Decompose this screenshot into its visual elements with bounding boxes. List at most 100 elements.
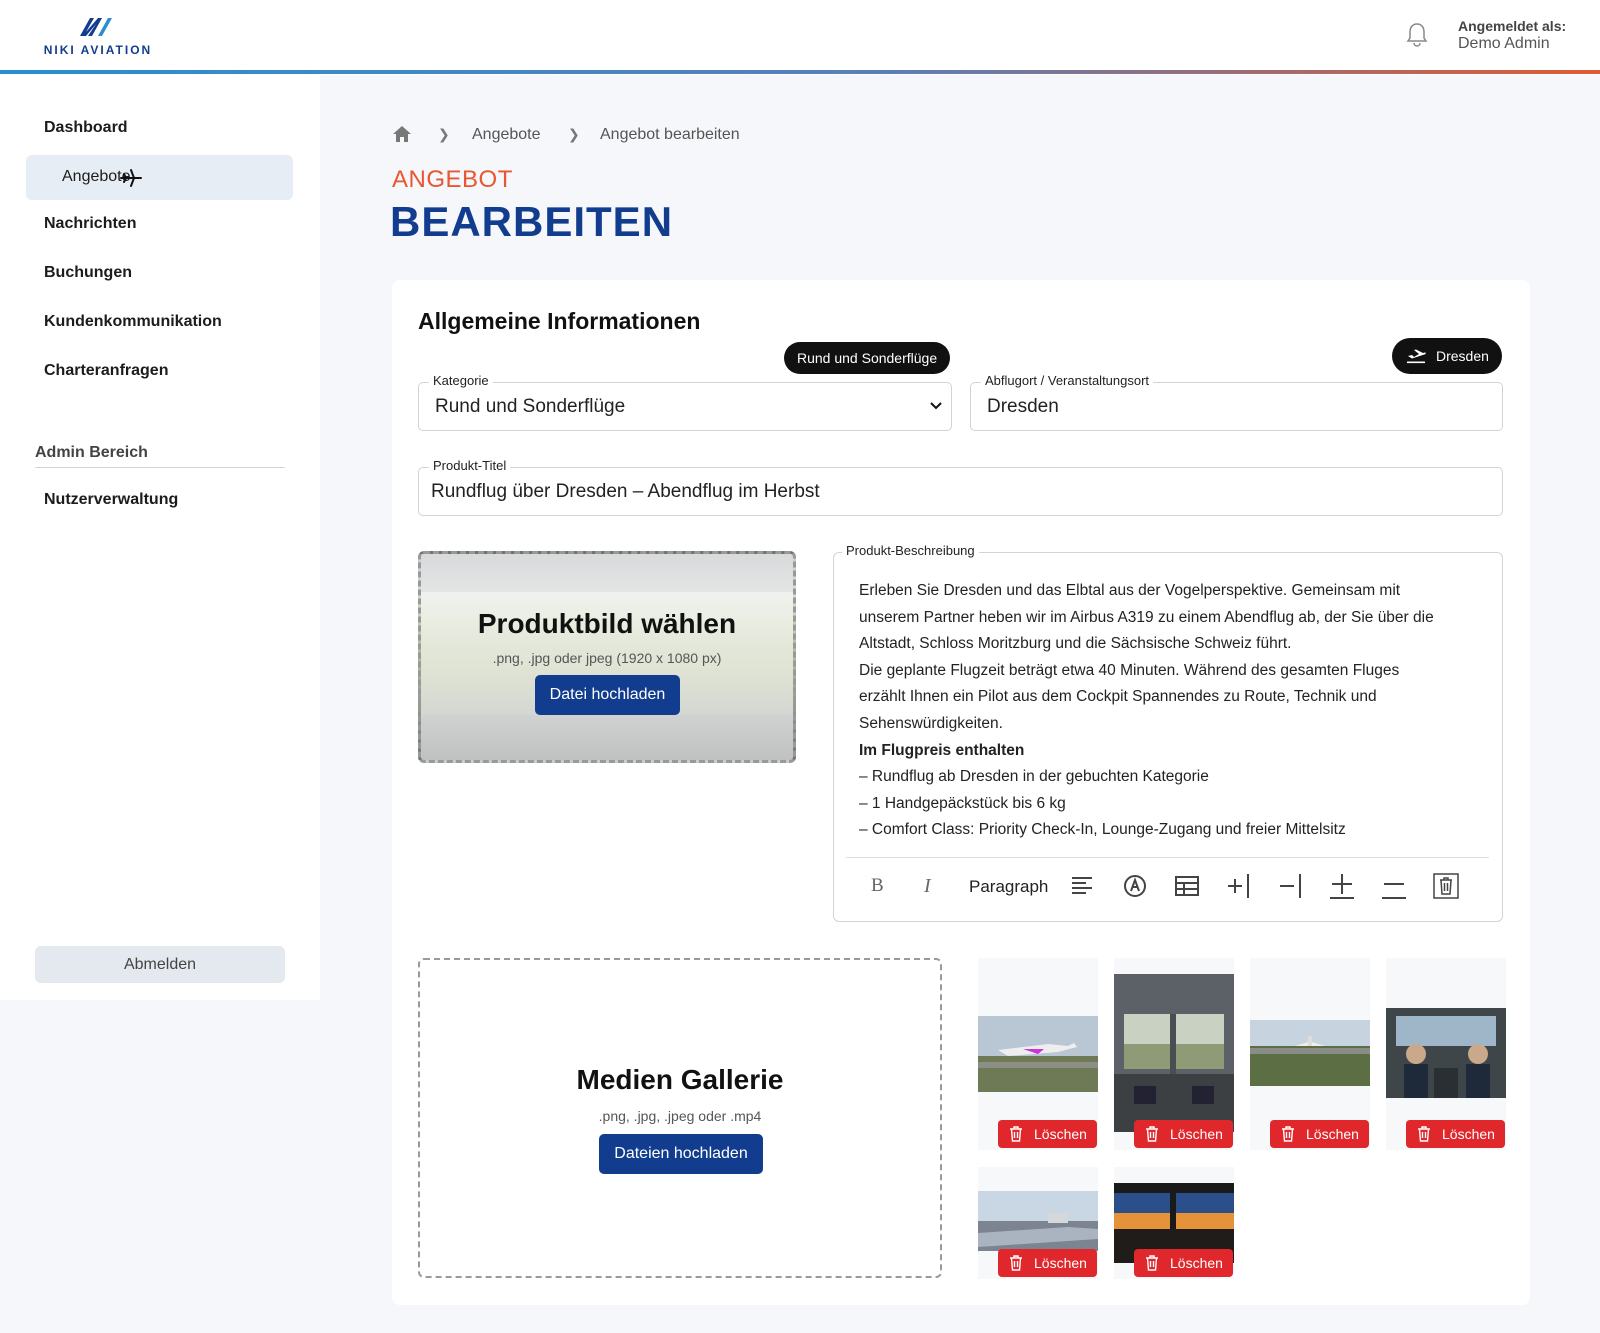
admin-divider <box>35 467 285 468</box>
thumb-cockpit-sunset: Löschen <box>1114 1167 1234 1279</box>
description-label: Produkt-Beschreibung <box>842 543 979 558</box>
description-line: – Comfort Class: Priority Check-In, Loun… <box>859 821 1346 839</box>
category-chip[interactable]: Rund und Sonderflüge <box>784 342 951 374</box>
breadcrumb-item-angebote[interactable]: Angebote <box>472 126 541 144</box>
plane-cursor-icon <box>120 169 142 187</box>
gallery-hint: .png, .jpg, .jpeg oder .mp4 <box>598 1108 762 1124</box>
airport-image <box>1250 1020 1370 1086</box>
delete-label: Löschen <box>1306 1126 1359 1142</box>
plane-departure-icon <box>1407 349 1426 364</box>
sidebar-item-dashboard[interactable]: Dashboard <box>44 119 128 137</box>
logo-mark-icon <box>80 18 112 36</box>
abflugort-label: Abflugort / Veranstaltungsort <box>981 373 1154 388</box>
description-line: Die geplante Flugzeit beträgt etwa 40 Mi… <box>859 661 1400 679</box>
kategorie-label: Kategorie <box>429 373 493 388</box>
delete-button[interactable]: Löschen <box>1134 1120 1233 1148</box>
trash-icon <box>1146 1126 1158 1142</box>
header-gradient-divider <box>0 70 1600 74</box>
delete-label: Löschen <box>1170 1126 1223 1142</box>
delete-button[interactable]: Löschen <box>1134 1249 1233 1277</box>
trash-icon <box>1282 1126 1294 1142</box>
top-header: NIKI AVIATION Angemeldet als: Demo Admin <box>0 0 1600 75</box>
thumb-pilots-cockpit: Löschen <box>1386 958 1506 1150</box>
delete-label: Löschen <box>1442 1126 1495 1142</box>
delete-button[interactable]: Löschen <box>998 1120 1097 1148</box>
gallery-title: Medien Gallerie <box>576 1064 784 1095</box>
product-image-title: Produktbild wählen <box>477 608 737 639</box>
delete-button[interactable]: Löschen <box>1406 1120 1505 1148</box>
remove-row-icon[interactable] <box>1380 871 1408 901</box>
user-info[interactable]: Angemeldet als: Demo Admin <box>1458 18 1566 53</box>
product-image-hint: .png, .jpg oder jpeg (1920 x 1080 px) <box>492 650 722 666</box>
media-gallery-dropzone[interactable]: Medien Gallerie .png, .jpg, .jpeg oder .… <box>418 958 942 1278</box>
add-row-icon[interactable] <box>1328 871 1356 901</box>
description-content[interactable]: Erleben Sie Dresden und das Elbtal aus d… <box>859 578 1489 844</box>
logout-button[interactable]: Abmelden <box>35 946 285 983</box>
link-icon[interactable] <box>1122 871 1148 901</box>
trash-icon <box>1418 1126 1430 1142</box>
delete-table-icon[interactable] <box>1432 871 1460 901</box>
sidebar-item-nachrichten[interactable]: Nachrichten <box>44 215 136 233</box>
description-line: – 1 Handgepäckstück bis 6 kg <box>859 794 1066 812</box>
sidebar-item-buchungen[interactable]: Buchungen <box>44 264 132 282</box>
italic-button[interactable]: I <box>924 875 931 905</box>
breadcrumb-item-current: Angebot bearbeiten <box>600 126 740 143</box>
page-title-eyebrow: ANGEBOT <box>392 166 513 193</box>
trash-icon <box>1146 1255 1158 1271</box>
user-name: Demo Admin <box>1458 35 1550 52</box>
page-title: BEARBEITEN <box>390 198 674 245</box>
produkt-titel-input[interactable]: Produkt-Titel Rundflug über Dresden – Ab… <box>418 458 1503 516</box>
chevron-right-icon: ❯ <box>438 126 450 142</box>
abflugort-value: Dresden <box>987 396 1059 417</box>
product-image-dropzone[interactable]: Produktbild wählen .png, .jpg oder jpeg … <box>418 551 796 763</box>
sidebar-item-nutzerverwaltung[interactable]: Nutzerverwaltung <box>44 491 178 509</box>
delete-label: Löschen <box>1034 1255 1087 1271</box>
delete-button[interactable]: Löschen <box>998 1249 1097 1277</box>
add-column-icon[interactable] <box>1226 871 1254 901</box>
delete-label: Löschen <box>1034 1126 1087 1142</box>
sidebar: Dashboard Angebote Nachrichten Buchungen… <box>0 75 320 1000</box>
description-line: Erleben Sie Dresden und das Elbtal aus d… <box>859 582 1401 599</box>
thumb-cockpit-view: Löschen <box>1114 958 1234 1150</box>
sidebar-item-angebote[interactable]: Angebote <box>26 155 293 200</box>
upload-files-button[interactable]: Dateien hochladen <box>599 1134 763 1174</box>
trash-icon <box>1010 1255 1022 1271</box>
brand-logo[interactable]: NIKI AVIATION <box>38 16 158 62</box>
bold-button[interactable]: B <box>871 875 884 905</box>
location-chip[interactable]: Dresden <box>1392 338 1502 374</box>
description-line: Altstadt, Schloss Moritzburg und die Säc… <box>859 635 1292 653</box>
remove-column-icon[interactable] <box>1278 871 1306 901</box>
trash-icon <box>1010 1126 1022 1142</box>
kategorie-select[interactable]: Kategorie Rund und Sonderflüge <box>418 373 952 431</box>
chevron-down-icon <box>930 402 942 410</box>
paragraph-dropdown[interactable]: Paragraph <box>969 877 1048 907</box>
description-editor[interactable]: Produkt-Beschreibung Erleben Sie Dresden… <box>833 543 1503 922</box>
description-heading: Im Flugpreis enthalten <box>859 741 1025 759</box>
admin-section-heading: Admin Bereich <box>35 444 148 461</box>
home-icon[interactable] <box>392 124 412 144</box>
toolbar-divider <box>846 857 1489 858</box>
upload-file-button[interactable]: Datei hochladen <box>535 675 680 715</box>
abflugort-input[interactable]: Abflugort / Veranstaltungsort Dresden <box>970 373 1503 431</box>
description-line: – Rundflug ab Dresden in der gebuchten K… <box>859 768 1209 786</box>
table-icon[interactable] <box>1174 871 1200 901</box>
thumb-airport-runway: Löschen <box>1250 958 1370 1150</box>
sidebar-item-charteranfragen[interactable]: Charteranfragen <box>44 362 168 380</box>
sidebar-item-kundenkommunikation[interactable]: Kundenkommunikation <box>44 313 222 331</box>
align-left-icon[interactable] <box>1070 871 1094 901</box>
thumb-airplane-takeoff: Löschen <box>978 958 1098 1150</box>
section-title: Allgemeine Informationen <box>418 308 701 334</box>
description-line: Sehenswürdigkeiten. <box>859 714 1003 732</box>
notification-bell-icon[interactable] <box>1406 22 1428 48</box>
delete-button[interactable]: Löschen <box>1270 1120 1369 1148</box>
thumb-wing-view: Löschen <box>978 1167 1098 1279</box>
produkt-titel-label: Produkt-Titel <box>429 458 511 473</box>
delete-label: Löschen <box>1170 1255 1223 1271</box>
user-label: Angemeldet als: <box>1458 18 1567 34</box>
kategorie-value: Rund und Sonderflüge <box>435 396 626 417</box>
produkt-titel-value: Rundflug über Dresden – Abendflug im Her… <box>431 481 820 502</box>
description-line: unserem Partner heben wir im Airbus A319… <box>859 608 1434 626</box>
pilots-image <box>1386 1008 1506 1098</box>
description-line: erzählt Ihnen ein Pilot aus dem Cockpit … <box>859 688 1377 706</box>
brand-name: NIKI AVIATION <box>43 43 153 57</box>
